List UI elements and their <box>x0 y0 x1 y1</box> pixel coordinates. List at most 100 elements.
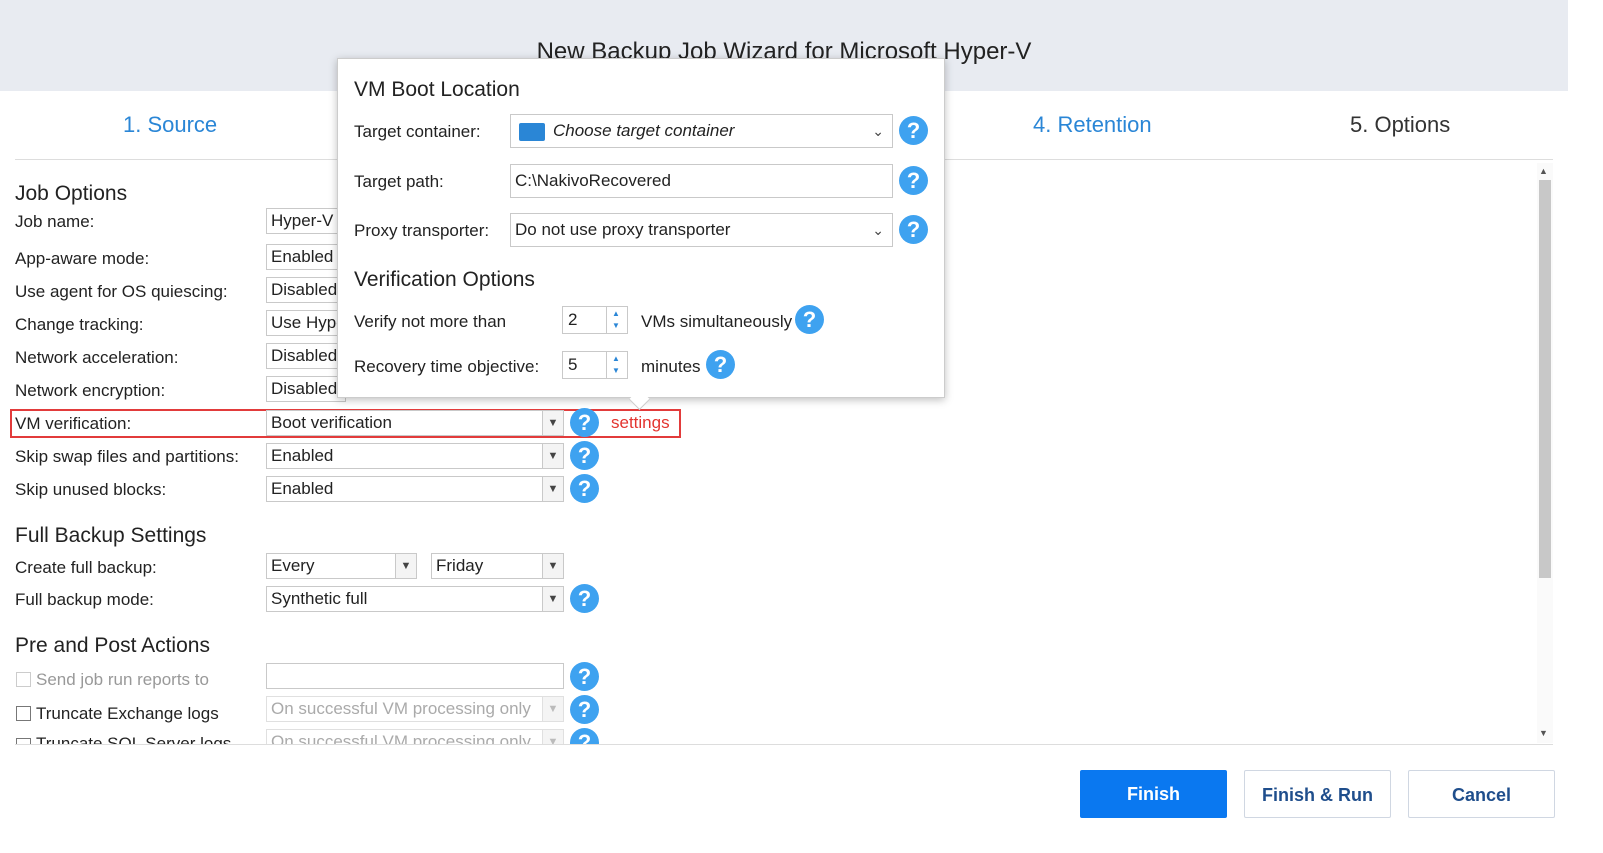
job-name-input[interactable]: Hyper-V <box>266 208 346 234</box>
os-quiescing-label: Use agent for OS quiescing: <box>15 282 228 301</box>
step-source[interactable]: 1. Source <box>123 112 217 138</box>
app-aware-value: Enabled <box>271 247 334 266</box>
chevron-down-icon: ▼ <box>542 730 563 744</box>
os-quiescing-select[interactable]: Disabled <box>266 277 346 303</box>
skip-unused-value: Enabled <box>271 479 334 498</box>
skip-unused-label: Skip unused blocks: <box>15 480 167 499</box>
skip-swap-label: Skip swap files and partitions: <box>15 447 239 466</box>
job-name-label: Job name: <box>15 212 95 231</box>
truncate-sql-select[interactable]: On successful VM processing only ▼ <box>266 729 564 744</box>
help-icon[interactable]: ? <box>570 662 599 691</box>
truncate-sql-label: Truncate SQL Server logs <box>36 734 232 744</box>
create-full-backup-label: Create full backup: <box>15 558 157 577</box>
help-icon[interactable]: ? <box>706 350 735 379</box>
chevron-down-icon: ▼ <box>542 444 563 468</box>
chevron-down-icon: ▼ <box>542 411 563 435</box>
create-full-backup-frequency-select[interactable]: Every ▼ <box>266 553 417 579</box>
chevron-down-icon: ▼ <box>542 477 563 501</box>
rto-suffix: minutes <box>641 357 701 376</box>
stepper-buttons[interactable]: ▲ ▼ <box>606 352 627 378</box>
decrement-icon[interactable]: ▼ <box>612 367 620 375</box>
truncate-exchange-select[interactable]: On successful VM processing only ▼ <box>266 696 564 722</box>
send-reports-label: Send job run reports to <box>36 670 209 689</box>
footer-divider <box>15 744 1553 745</box>
finish-and-run-button[interactable]: Finish & Run <box>1244 770 1391 818</box>
job-name-value: Hyper-V <box>271 211 334 230</box>
help-icon[interactable]: ? <box>570 728 599 744</box>
target-path-input[interactable]: C:\NakivoRecovered <box>510 164 893 198</box>
verify-max-value: 2 <box>568 310 578 329</box>
stepper-buttons[interactable]: ▲ ▼ <box>606 307 627 333</box>
help-icon[interactable]: ? <box>570 441 599 470</box>
help-icon[interactable]: ? <box>570 408 599 437</box>
increment-icon[interactable]: ▲ <box>612 355 620 363</box>
chevron-down-icon: ⌄ <box>872 222 884 238</box>
finish-button[interactable]: Finish <box>1080 770 1227 818</box>
os-quiescing-value: Disabled <box>271 280 338 299</box>
proxy-transporter-select[interactable]: Do not use proxy transporter ⌄ <box>510 213 893 247</box>
network-acceleration-select[interactable]: Disabled <box>266 343 346 369</box>
target-container-label: Target container: <box>354 122 481 141</box>
step-options[interactable]: 5. Options <box>1350 112 1450 138</box>
create-full-backup-day-select[interactable]: Friday ▼ <box>431 553 564 579</box>
help-icon[interactable]: ? <box>570 695 599 724</box>
rto-label: Recovery time objective: <box>354 357 540 376</box>
clipped-row: Truncate SQL Server logs On successful V… <box>0 728 700 744</box>
network-encryption-select[interactable]: Disabled <box>266 376 346 402</box>
truncate-exchange-checkbox[interactable] <box>16 706 31 721</box>
chevron-down-icon: ▼ <box>542 587 563 611</box>
target-container-select[interactable]: Choose target container ⌄ <box>510 114 893 148</box>
truncate-exchange-value: On successful VM processing only <box>271 699 531 718</box>
verify-max-label: Verify not more than <box>354 312 507 331</box>
chevron-down-icon: ▼ <box>542 554 563 578</box>
help-icon[interactable]: ? <box>570 474 599 503</box>
chevron-down-icon: ▼ <box>395 554 416 578</box>
vm-verification-settings-link[interactable]: settings <box>611 413 670 433</box>
chevron-down-icon: ▼ <box>542 697 563 721</box>
help-icon[interactable]: ? <box>899 215 928 244</box>
skip-swap-select[interactable]: Enabled ▼ <box>266 443 564 469</box>
send-reports-input[interactable] <box>266 663 564 689</box>
chevron-down-icon: ⌄ <box>872 123 884 139</box>
vm-verification-select[interactable]: Boot verification ▼ <box>266 410 564 436</box>
full-backup-mode-label: Full backup mode: <box>15 590 154 609</box>
boot-location-heading: VM Boot Location <box>354 78 520 101</box>
full-backup-mode-value: Synthetic full <box>271 589 368 608</box>
help-icon[interactable]: ? <box>899 116 928 145</box>
create-full-backup-day-value: Friday <box>436 556 484 575</box>
truncate-exchange-label: Truncate Exchange logs <box>36 704 219 723</box>
verify-max-suffix: VMs simultaneously <box>641 312 793 331</box>
proxy-transporter-value: Do not use proxy transporter <box>515 220 731 239</box>
scrollbar-thumb[interactable] <box>1539 180 1551 578</box>
pre-post-heading: Pre and Post Actions <box>15 634 210 657</box>
full-backup-mode-select[interactable]: Synthetic full ▼ <box>266 586 564 612</box>
help-icon[interactable]: ? <box>899 166 928 195</box>
target-path-label: Target path: <box>354 172 444 191</box>
proxy-transporter-label: Proxy transporter: <box>354 221 490 240</box>
cancel-button[interactable]: Cancel <box>1408 770 1555 818</box>
change-tracking-value: Use Hype <box>271 313 346 332</box>
decrement-icon[interactable]: ▼ <box>612 322 620 330</box>
scroll-up-icon[interactable]: ▲ <box>1539 166 1548 176</box>
target-path-value: C:\NakivoRecovered <box>515 171 671 190</box>
storage-icon <box>519 122 545 141</box>
rto-stepper[interactable]: 5 ▲ ▼ <box>562 351 628 379</box>
app-aware-select[interactable]: Enabled <box>266 244 346 270</box>
help-icon[interactable]: ? <box>570 584 599 613</box>
target-container-placeholder: Choose target container <box>553 121 735 140</box>
change-tracking-label: Change tracking: <box>15 315 144 334</box>
full-backup-heading: Full Backup Settings <box>15 524 207 547</box>
verification-options-heading: Verification Options <box>354 268 535 291</box>
send-reports-checkbox[interactable] <box>16 672 31 687</box>
change-tracking-select[interactable]: Use Hype <box>266 310 346 336</box>
create-full-backup-frequency-value: Every <box>271 556 315 575</box>
network-acceleration-value: Disabled <box>271 346 338 365</box>
step-retention[interactable]: 4. Retention <box>1033 112 1152 138</box>
skip-unused-select[interactable]: Enabled ▼ <box>266 476 564 502</box>
scroll-down-icon[interactable]: ▼ <box>1539 728 1548 738</box>
verify-max-stepper[interactable]: 2 ▲ ▼ <box>562 306 628 334</box>
vm-verification-value: Boot verification <box>271 413 392 432</box>
increment-icon[interactable]: ▲ <box>612 310 620 318</box>
network-encryption-value: Disabled <box>271 379 338 398</box>
help-icon[interactable]: ? <box>795 305 824 334</box>
